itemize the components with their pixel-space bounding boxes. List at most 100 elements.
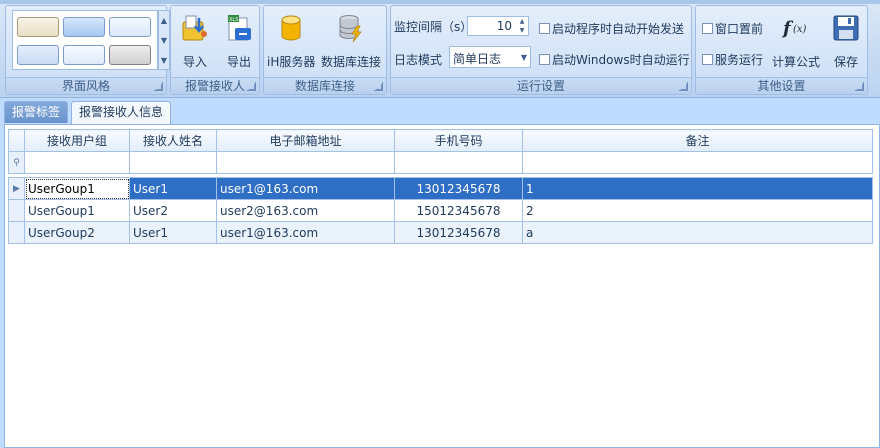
import-button[interactable]: 导入	[175, 10, 215, 72]
ih-server-label: iH服务器	[267, 55, 316, 69]
tab-alarm-tags[interactable]: 报警标签	[4, 101, 69, 123]
ribbon: ▲ ▼ ▼ 界面风格 导入 XLS 导出 报警接收人 iH服务器 数据库连接 数…	[0, 0, 880, 98]
group-caption-style: 界面风格	[6, 77, 166, 94]
cell-email[interactable]: user1@163.com	[216, 221, 395, 244]
group-caption-receivers: 报警接收人	[171, 77, 259, 94]
table-row[interactable]: UserGoup1 User2 user2@163.com 1501234567…	[8, 199, 873, 222]
window-top-checkbox[interactable]: 窗口置前	[702, 20, 763, 37]
style-swatch-5[interactable]	[63, 45, 105, 65]
auto-send-checkbox[interactable]: 启动程序时自动开始发送	[539, 20, 684, 37]
gallery-down-icon[interactable]: ▼	[159, 31, 169, 51]
tab-bar: 报警标签 报警接收人信息	[0, 98, 880, 124]
group-db: iH服务器 数据库连接 数据库连接	[263, 5, 387, 95]
ribbon-topline	[0, 0, 880, 4]
cell-email[interactable]: user1@163.com	[216, 177, 395, 200]
log-mode-select[interactable]: 简单日志 ▼	[449, 46, 531, 68]
style-swatch-1[interactable]	[17, 17, 59, 37]
col-header-phone[interactable]: 手机号码	[394, 129, 523, 152]
group-launcher-other[interactable]	[855, 82, 864, 91]
group-other: 窗口置前 服务运行 f (x) 计算公式 保存 其他设置	[695, 5, 868, 95]
spinner-arrows-icon[interactable]: ▲ ▼	[516, 17, 528, 35]
ih-server-button[interactable]: iH服务器	[267, 10, 315, 72]
save-button[interactable]: 保存	[828, 10, 864, 72]
style-gallery[interactable]	[12, 10, 158, 70]
export-button[interactable]: XLS 导出	[219, 10, 259, 72]
row-indicator-header	[8, 129, 25, 152]
header-row: 接收用户组 接收人姓名 电子邮箱地址 手机号码 备注	[8, 129, 873, 152]
service-run-check-icon[interactable]	[702, 54, 713, 65]
save-icon	[833, 15, 859, 41]
window-top-check-icon[interactable]	[702, 23, 713, 34]
export-label: 导出	[226, 55, 251, 69]
col-header-email[interactable]: 电子邮箱地址	[216, 129, 395, 152]
group-launcher-receivers[interactable]	[247, 82, 256, 91]
group-launcher-runtime[interactable]	[679, 82, 688, 91]
cell-group[interactable]: UserGoup1	[24, 177, 130, 200]
group-launcher-style[interactable]	[154, 82, 163, 91]
import-icon	[182, 15, 207, 41]
formula-icon: f (x)	[781, 18, 807, 39]
filter-cell-name[interactable]	[129, 151, 217, 174]
svg-text:XLS: XLS	[229, 17, 238, 23]
cell-group[interactable]: UserGoup1	[24, 199, 130, 222]
auto-run-windows-label: 启动Windows时自动运行	[552, 53, 690, 67]
group-runtime: 监控间隔（s） 10 ▲ ▼ 启动程序时自动开始发送 日志模式 简单日志 ▼ 启动…	[390, 5, 692, 95]
filter-row: ⚲	[8, 151, 873, 174]
cell-email[interactable]: user2@163.com	[216, 199, 395, 222]
ih-server-icon	[281, 15, 301, 41]
filter-cell-note[interactable]	[522, 151, 873, 174]
filter-cell-email[interactable]	[216, 151, 395, 174]
col-header-note[interactable]: 备注	[522, 129, 873, 152]
cell-note[interactable]: a	[522, 221, 873, 244]
interval-label: 监控间隔（s）	[394, 20, 473, 34]
auto-run-check-icon[interactable]	[539, 54, 550, 65]
style-swatch-2[interactable]	[63, 17, 105, 37]
export-icon: XLS	[228, 15, 251, 41]
auto-send-label: 启动程序时自动开始发送	[552, 22, 685, 36]
table-row[interactable]: UserGoup2 User1 user1@163.com 1301234567…	[8, 221, 873, 244]
col-header-name[interactable]: 接收人姓名	[129, 129, 217, 152]
interval-value: 10	[496, 19, 512, 33]
formula-button[interactable]: f (x) 计算公式	[768, 10, 824, 72]
filter-cell-group[interactable]	[24, 151, 130, 174]
style-swatch-4[interactable]	[17, 45, 59, 65]
style-swatch-3[interactable]	[109, 17, 151, 37]
cell-note[interactable]: 1	[522, 177, 873, 200]
row-indicator	[8, 221, 25, 244]
cell-name[interactable]: User1	[129, 221, 217, 244]
import-label: 导入	[182, 55, 207, 69]
database-icon	[339, 15, 362, 43]
log-mode-label: 日志模式	[394, 53, 443, 67]
cell-name[interactable]: User2	[129, 199, 217, 222]
group-caption-runtime: 运行设置	[391, 77, 691, 94]
table-row[interactable]: ▶ UserGoup1 User1 user1@163.com 13012345…	[8, 177, 873, 200]
cell-phone[interactable]: 13012345678	[394, 221, 523, 244]
filter-cell-phone[interactable]	[394, 151, 523, 174]
db-connect-button[interactable]: 数据库连接	[318, 10, 384, 72]
cell-note[interactable]: 2	[522, 199, 873, 222]
gallery-up-icon[interactable]: ▲	[159, 11, 169, 31]
receivers-grid: 接收用户组 接收人姓名 电子邮箱地址 手机号码 备注 ⚲ ▶ UserGoup1…	[4, 124, 880, 448]
save-label: 保存	[833, 55, 858, 69]
receivers-table: 接收用户组 接收人姓名 电子邮箱地址 手机号码 备注 ⚲ ▶ UserGoup1…	[8, 129, 873, 244]
log-mode-value: 简单日志	[453, 52, 502, 66]
cell-phone[interactable]: 13012345678	[394, 177, 523, 200]
service-run-checkbox[interactable]: 服务运行	[702, 51, 763, 68]
cell-group[interactable]: UserGoup2	[24, 221, 130, 244]
group-launcher-db[interactable]	[374, 82, 383, 91]
interval-spinner[interactable]: 10 ▲ ▼	[467, 16, 529, 36]
col-header-group[interactable]: 接收用户组	[24, 129, 130, 152]
gallery-scroll[interactable]: ▲ ▼ ▼	[158, 10, 170, 70]
service-run-label: 服务运行	[715, 53, 764, 67]
cell-name[interactable]: User1	[129, 177, 217, 200]
gallery-more-icon[interactable]: ▼	[159, 51, 169, 71]
group-caption-other: 其他设置	[696, 77, 867, 94]
tab-alarm-receivers[interactable]: 报警接收人信息	[71, 101, 172, 124]
window-top-label: 窗口置前	[715, 22, 764, 36]
cell-phone[interactable]: 15012345678	[394, 199, 523, 222]
style-swatch-6[interactable]	[109, 45, 151, 65]
auto-run-windows-checkbox[interactable]: 启动Windows时自动运行	[539, 51, 690, 68]
auto-send-check-icon[interactable]	[539, 23, 550, 34]
svg-text:(x): (x)	[793, 24, 807, 35]
row-indicator	[8, 199, 25, 222]
